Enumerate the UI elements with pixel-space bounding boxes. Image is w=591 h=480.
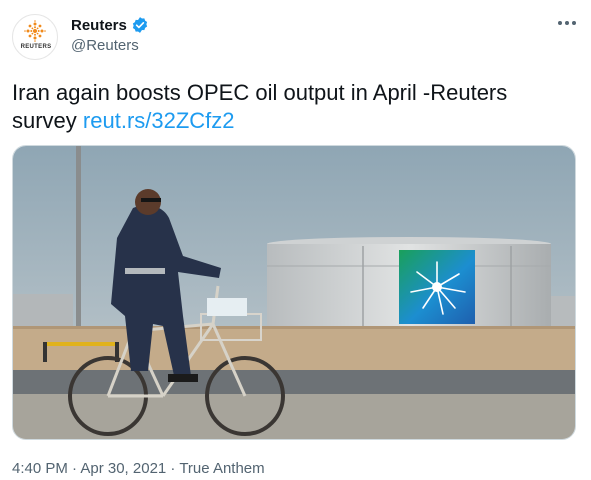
tweet-card[interactable]: REUTERS Reuters @Reuters Iran again boos… — [0, 0, 591, 480]
display-name[interactable]: Reuters — [71, 17, 127, 34]
tweet-link[interactable]: reut.rs/32ZCfz2 — [83, 108, 235, 133]
author-name-row: Reuters — [71, 15, 149, 35]
photo-cyclist-oil-tank — [13, 146, 575, 439]
tweet-timestamp[interactable]: 4:40 PM · Apr 30, 2021 · True Anthem — [12, 460, 265, 477]
tweet-text: Iran again boosts OPEC oil output in Apr… — [12, 79, 572, 135]
avatar[interactable]: REUTERS — [12, 14, 58, 60]
more-options-icon[interactable] — [556, 14, 578, 32]
reuters-logo-icon — [24, 20, 46, 42]
tweet-photo[interactable] — [12, 145, 576, 440]
avatar-logo-text: REUTERS — [20, 44, 52, 50]
author-handle[interactable]: @Reuters — [71, 37, 139, 54]
verified-badge-icon — [132, 17, 147, 33]
